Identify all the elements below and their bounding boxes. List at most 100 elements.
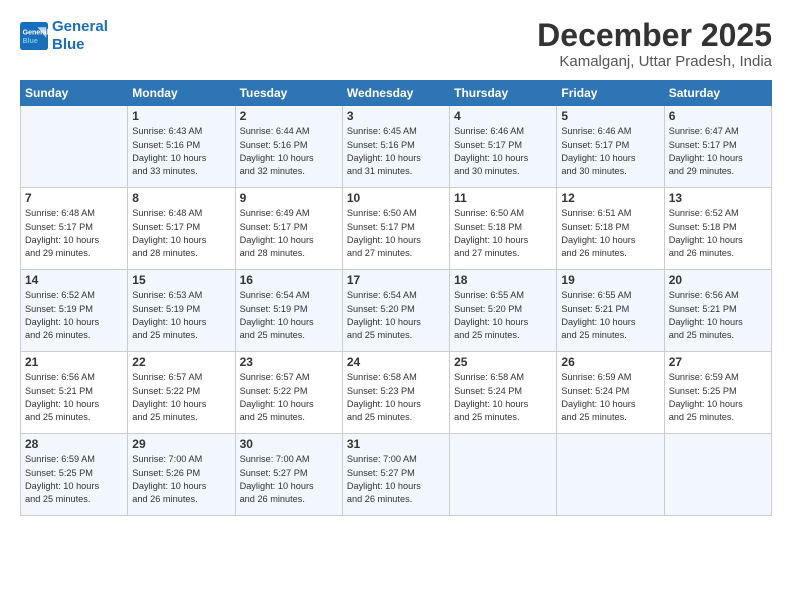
calendar-week-2: 7Sunrise: 6:48 AM Sunset: 5:17 PM Daylig… <box>21 188 772 270</box>
day-number: 28 <box>25 437 123 451</box>
day-number: 16 <box>240 273 338 287</box>
calendar-cell: 25 Sunrise: 6:58 AM Sunset: 5:24 PM Dayli… <box>450 352 557 434</box>
title-block: December 2025 Kamalganj, Uttar Pradesh, … <box>537 18 772 70</box>
day-number: 3 <box>347 109 445 123</box>
calendar-cell: 5 Sunrise: 6:46 AM Sunset: 5:17 PM Daylig… <box>557 106 664 188</box>
day-number: 15 <box>132 273 230 287</box>
calendar-cell: 26 Sunrise: 6:59 AM Sunset: 5:24 PM Dayli… <box>557 352 664 434</box>
day-number: 19 <box>561 273 659 287</box>
calendar-cell: 14 Sunrise: 6:52 AM Sunset: 5:19 PM Dayli… <box>21 270 128 352</box>
calendar-cell: 3 Sunrise: 6:45 AM Sunset: 5:16 PM Daylig… <box>342 106 449 188</box>
day-info: Sunrise: 6:57 AM Sunset: 5:22 PM Dayligh… <box>132 371 230 424</box>
calendar-cell: 4 Sunrise: 6:46 AM Sunset: 5:17 PM Daylig… <box>450 106 557 188</box>
calendar-header: Sunday Monday Tuesday Wednesday Thursday… <box>21 81 772 106</box>
day-info: Sunrise: 6:56 AM Sunset: 5:21 PM Dayligh… <box>25 371 123 424</box>
location-subtitle: Kamalganj, Uttar Pradesh, India <box>537 53 772 70</box>
day-info: Sunrise: 6:50 AM Sunset: 5:17 PM Dayligh… <box>347 207 445 260</box>
day-number: 21 <box>25 355 123 369</box>
logo-line1: General <box>52 18 108 35</box>
day-info: Sunrise: 6:46 AM Sunset: 5:17 PM Dayligh… <box>561 125 659 178</box>
calendar-week-3: 14 Sunrise: 6:52 AM Sunset: 5:19 PM Dayli… <box>21 270 772 352</box>
day-number: 24 <box>347 355 445 369</box>
day-number: 31 <box>347 437 445 451</box>
col-monday: Monday <box>128 81 235 106</box>
day-number: 20 <box>669 273 767 287</box>
calendar-cell: 15Sunrise: 6:53 AM Sunset: 5:19 PM Dayli… <box>128 270 235 352</box>
day-number: 8 <box>132 191 230 205</box>
day-number: 9 <box>240 191 338 205</box>
calendar-cell: 1 Sunrise: 6:43 AM Sunset: 5:16 PM Daylig… <box>128 106 235 188</box>
day-number: 2 <box>240 109 338 123</box>
day-number: 30 <box>240 437 338 451</box>
day-number: 1 <box>132 109 230 123</box>
day-number: 6 <box>669 109 767 123</box>
calendar-cell <box>557 434 664 516</box>
day-info: Sunrise: 6:47 AM Sunset: 5:17 PM Dayligh… <box>669 125 767 178</box>
day-info: Sunrise: 6:54 AM Sunset: 5:19 PM Dayligh… <box>240 289 338 342</box>
day-info: Sunrise: 6:55 AM Sunset: 5:20 PM Dayligh… <box>454 289 552 342</box>
calendar-cell: 16 Sunrise: 6:54 AM Sunset: 5:19 PM Dayli… <box>235 270 342 352</box>
calendar-table: Sunday Monday Tuesday Wednesday Thursday… <box>20 80 772 516</box>
day-info: Sunrise: 6:54 AM Sunset: 5:20 PM Dayligh… <box>347 289 445 342</box>
month-title: December 2025 <box>537 18 772 53</box>
day-number: 18 <box>454 273 552 287</box>
calendar-cell <box>21 106 128 188</box>
day-info: Sunrise: 6:51 AM Sunset: 5:18 PM Dayligh… <box>561 207 659 260</box>
day-info: Sunrise: 6:50 AM Sunset: 5:18 PM Dayligh… <box>454 207 552 260</box>
calendar-cell: 21 Sunrise: 6:56 AM Sunset: 5:21 PM Dayli… <box>21 352 128 434</box>
logo-icon: General Blue <box>20 22 48 50</box>
calendar-cell: 11 Sunrise: 6:50 AM Sunset: 5:18 PM Dayli… <box>450 188 557 270</box>
day-number: 29 <box>132 437 230 451</box>
calendar-cell: 27Sunrise: 6:59 AM Sunset: 5:25 PM Dayli… <box>664 352 771 434</box>
day-info: Sunrise: 6:44 AM Sunset: 5:16 PM Dayligh… <box>240 125 338 178</box>
day-info: Sunrise: 6:43 AM Sunset: 5:16 PM Dayligh… <box>132 125 230 178</box>
day-number: 14 <box>25 273 123 287</box>
calendar-cell: 13Sunrise: 6:52 AM Sunset: 5:18 PM Dayli… <box>664 188 771 270</box>
calendar-week-1: 1 Sunrise: 6:43 AM Sunset: 5:16 PM Daylig… <box>21 106 772 188</box>
day-info: Sunrise: 6:49 AM Sunset: 5:17 PM Dayligh… <box>240 207 338 260</box>
calendar-cell: 23Sunrise: 6:57 AM Sunset: 5:22 PM Dayli… <box>235 352 342 434</box>
day-number: 26 <box>561 355 659 369</box>
day-number: 17 <box>347 273 445 287</box>
day-info: Sunrise: 6:59 AM Sunset: 5:24 PM Dayligh… <box>561 371 659 424</box>
day-number: 11 <box>454 191 552 205</box>
day-info: Sunrise: 7:00 AM Sunset: 5:26 PM Dayligh… <box>132 453 230 506</box>
calendar-cell: 18 Sunrise: 6:55 AM Sunset: 5:20 PM Dayli… <box>450 270 557 352</box>
calendar-cell: 22 Sunrise: 6:57 AM Sunset: 5:22 PM Dayli… <box>128 352 235 434</box>
day-info: Sunrise: 6:56 AM Sunset: 5:21 PM Dayligh… <box>669 289 767 342</box>
day-info: Sunrise: 6:52 AM Sunset: 5:18 PM Dayligh… <box>669 207 767 260</box>
day-info: Sunrise: 6:55 AM Sunset: 5:21 PM Dayligh… <box>561 289 659 342</box>
svg-text:General: General <box>23 29 48 36</box>
calendar-cell: 19 Sunrise: 6:55 AM Sunset: 5:21 PM Dayli… <box>557 270 664 352</box>
day-number: 12 <box>561 191 659 205</box>
day-info: Sunrise: 6:48 AM Sunset: 5:17 PM Dayligh… <box>132 207 230 260</box>
col-friday: Friday <box>557 81 664 106</box>
svg-text:Blue: Blue <box>23 38 38 45</box>
day-number: 4 <box>454 109 552 123</box>
day-info: Sunrise: 6:58 AM Sunset: 5:24 PM Dayligh… <box>454 371 552 424</box>
calendar-cell: 7Sunrise: 6:48 AM Sunset: 5:17 PM Daylig… <box>21 188 128 270</box>
day-number: 25 <box>454 355 552 369</box>
calendar-week-4: 21 Sunrise: 6:56 AM Sunset: 5:21 PM Dayli… <box>21 352 772 434</box>
calendar-cell <box>450 434 557 516</box>
calendar-body: 1 Sunrise: 6:43 AM Sunset: 5:16 PM Daylig… <box>21 106 772 516</box>
day-number: 23 <box>240 355 338 369</box>
day-info: Sunrise: 6:58 AM Sunset: 5:23 PM Dayligh… <box>347 371 445 424</box>
calendar-cell: 20 Sunrise: 6:56 AM Sunset: 5:21 PM Dayli… <box>664 270 771 352</box>
day-info: Sunrise: 6:48 AM Sunset: 5:17 PM Dayligh… <box>25 207 123 260</box>
logo-line2: Blue <box>52 36 85 53</box>
day-number: 10 <box>347 191 445 205</box>
day-number: 5 <box>561 109 659 123</box>
col-thursday: Thursday <box>450 81 557 106</box>
day-info: Sunrise: 6:46 AM Sunset: 5:17 PM Dayligh… <box>454 125 552 178</box>
day-info: Sunrise: 6:45 AM Sunset: 5:16 PM Dayligh… <box>347 125 445 178</box>
calendar-cell: 24 Sunrise: 6:58 AM Sunset: 5:23 PM Dayli… <box>342 352 449 434</box>
calendar-cell: 6 Sunrise: 6:47 AM Sunset: 5:17 PM Daylig… <box>664 106 771 188</box>
calendar-cell: 9 Sunrise: 6:49 AM Sunset: 5:17 PM Daylig… <box>235 188 342 270</box>
logo: General Blue General Blue <box>20 18 108 54</box>
header: General Blue General Blue December 2025 … <box>20 18 772 70</box>
calendar-week-5: 28Sunrise: 6:59 AM Sunset: 5:25 PM Dayli… <box>21 434 772 516</box>
calendar-cell: 28Sunrise: 6:59 AM Sunset: 5:25 PM Dayli… <box>21 434 128 516</box>
day-number: 22 <box>132 355 230 369</box>
day-info: Sunrise: 6:52 AM Sunset: 5:19 PM Dayligh… <box>25 289 123 342</box>
